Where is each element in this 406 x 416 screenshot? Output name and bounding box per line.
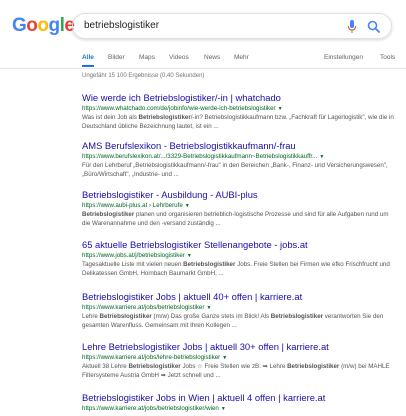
result-url-text[interactable]: https://www.berufslexikon.at/.../3329-Be… [82, 153, 317, 160]
tab-bilder[interactable]: Bilder [108, 54, 125, 61]
result-snippet: Aktuell 38 Lehre Betriebslogistiker Jobs… [82, 363, 390, 379]
url-caret-icon[interactable]: ▼ [187, 253, 192, 259]
result-snippet: Tagesaktuelle Liste mit vielen neuen Bet… [82, 261, 390, 277]
result-snippet: Was ist dein Job als Betriebslogistiker/… [82, 114, 394, 130]
search-icon[interactable] [367, 20, 381, 34]
result-url-text[interactable]: https://www.aubi-plus.at › Lehrberufe [82, 202, 183, 209]
result-url-text[interactable]: https://www.karriere.at/jobs/lehre-betri… [82, 354, 220, 361]
result-stats: Ungefähr 15 100 Ergebnisse (0,40 Sekunde… [82, 73, 205, 79]
active-tab-indicator [82, 65, 94, 67]
search-result: Lehre Betriebslogistiker Jobs | aktuell … [82, 341, 394, 380]
result-url[interactable]: https://www.berufslexikon.at/.../3329-Be… [82, 152, 394, 162]
result-url[interactable]: https://www.karriere.at/jobs/lehre-betri… [82, 353, 394, 363]
tab-alle[interactable]: Alle [82, 54, 94, 61]
result-url[interactable]: https://www.aubi-plus.at › Lehrberufe ▼ [82, 201, 394, 211]
result-snippet: Betriebslogistiker planen und organisier… [82, 211, 389, 227]
microphone-icon[interactable] [347, 20, 357, 34]
result-title-link[interactable]: Betriebslogistiker Jobs in Wien | aktuel… [82, 392, 394, 404]
result-title-link[interactable]: AMS Berufslexikon - Betriebslogistikkauf… [82, 140, 394, 152]
result-title-link[interactable]: 65 aktuelle Betriebslogistiker Stellenan… [82, 239, 394, 251]
result-url[interactable]: https://www.karriere.at/jobs/betriebslog… [82, 404, 394, 414]
result-url-text[interactable]: https://www.jobs.at/j/betriebslogistiker [82, 252, 185, 259]
search-result: 65 aktuelle Betriebslogistiker Stellenan… [82, 239, 394, 278]
url-caret-icon[interactable]: ▼ [278, 106, 283, 112]
search-result: AMS Berufslexikon - Betriebslogistikkauf… [82, 140, 394, 179]
google-logo[interactable]: Google [12, 15, 75, 37]
url-caret-icon[interactable]: ▼ [185, 203, 190, 209]
search-box[interactable]: betriebslogistiker [72, 13, 392, 39]
tab-news[interactable]: News [204, 54, 220, 61]
result-url[interactable]: https://www.whatchado.com/de/jobinfo/wie… [82, 104, 394, 114]
search-result: Wie werde ich Betriebslogistiker/-in | w… [82, 92, 394, 131]
result-title-link[interactable]: Betriebslogistiker - Ausbildung - AUBI-p… [82, 189, 394, 201]
search-tabs: Alle Bilder Maps Videos News Mehr Einste… [82, 51, 406, 68]
tab-einstellungen[interactable]: Einstellungen [324, 54, 363, 61]
search-result: Betriebslogistiker - Ausbildung - AUBI-p… [82, 189, 394, 228]
search-result: Betriebslogistiker Jobs | aktuell 40+ of… [82, 291, 394, 330]
tab-mehr[interactable]: Mehr [234, 54, 249, 61]
result-title-link[interactable]: Lehre Betriebslogistiker Jobs | aktuell … [82, 341, 394, 353]
url-caret-icon[interactable]: ▼ [222, 355, 227, 361]
tab-tools[interactable]: Tools [380, 54, 395, 61]
result-url-text[interactable]: https://www.karriere.at/jobs/betriebslog… [82, 405, 219, 412]
result-url-text[interactable]: https://www.karriere.at/jobs/betriebslog… [82, 304, 204, 311]
result-title-link[interactable]: Betriebslogistiker Jobs | aktuell 40+ of… [82, 291, 394, 303]
result-url[interactable]: https://www.karriere.at/jobs/betriebslog… [82, 303, 394, 313]
search-result: Betriebslogistiker Jobs in Wien | aktuel… [82, 392, 394, 414]
result-snippet: Für den Lehrberuf „Betriebslogistikkaufm… [82, 162, 388, 178]
result-title-link[interactable]: Wie werde ich Betriebslogistiker/-in | w… [82, 92, 394, 104]
search-input[interactable]: betriebslogistiker [84, 20, 159, 31]
tab-videos[interactable]: Videos [169, 54, 189, 61]
url-caret-icon[interactable]: ▼ [319, 154, 324, 160]
result-snippet: Lehre Betriebslogistiker (m/w) Das große… [82, 313, 384, 329]
search-header: Google betriebslogistiker Alle Bilder Ma… [0, 0, 406, 69]
result-url-text[interactable]: https://www.whatchado.com/de/jobinfo/wie… [82, 105, 276, 112]
url-caret-icon[interactable]: ▼ [206, 305, 211, 311]
result-url[interactable]: https://www.jobs.at/j/betriebslogistiker… [82, 251, 394, 261]
tab-maps[interactable]: Maps [139, 54, 155, 61]
url-caret-icon[interactable]: ▼ [221, 406, 226, 412]
